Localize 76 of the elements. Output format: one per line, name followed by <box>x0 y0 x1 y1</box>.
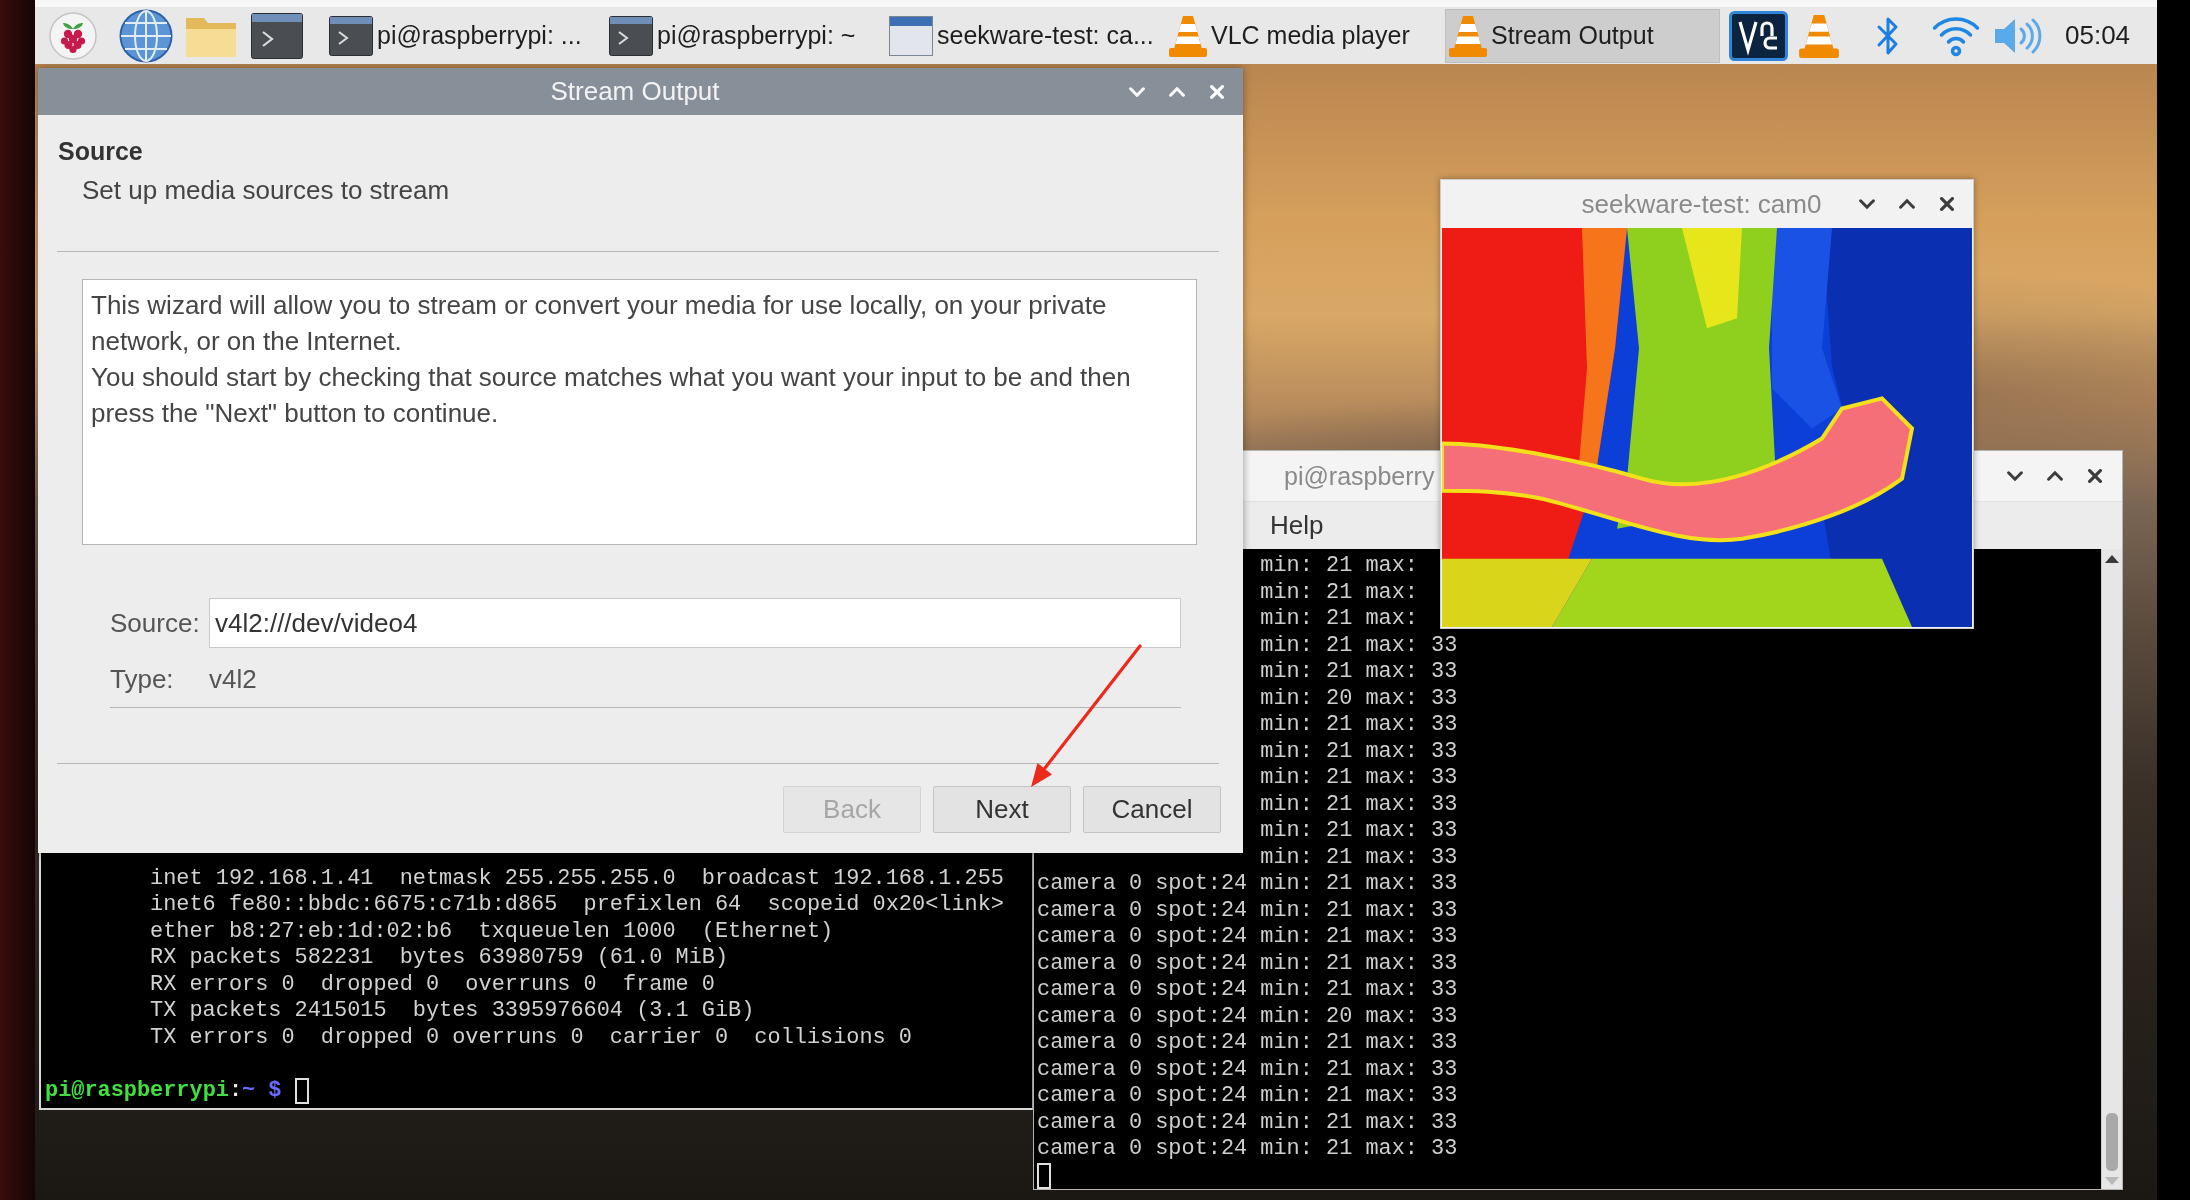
wizard-button[interactable]: Cancel <box>1083 786 1221 833</box>
chevron-up-icon <box>1169 86 1185 97</box>
terminal-line: min: 21 max: <box>1260 606 1418 633</box>
chevron-up-icon <box>2047 471 2063 481</box>
terminal-icon <box>329 15 373 56</box>
field-label: Type: <box>110 663 174 695</box>
terminal-line: ether b8:27:eb:1d:02:b6 txqueuelen 1000 (Ethernet) <box>150 918 834 945</box>
terminal-line: TX packets 2415015 bytes 3395976604 (3.1 GiB) <box>150 998 755 1025</box>
wifi-icon[interactable] <box>1932 14 1980 57</box>
terminal-line: min: 20 max: 33 <box>1260 685 1458 712</box>
window-title: Stream Output <box>550 76 720 107</box>
window-icon <box>889 15 933 56</box>
terminal-line: inet6 fe80::bbdc:6675:c71b:d865 prefixlen 64 scopeid 0x20<link> <box>150 892 1004 919</box>
terminal-line: min: 21 max: 33 <box>1260 738 1458 765</box>
terminal-line: RX packets 582231 bytes 63980759 (61.0 MiB) <box>150 945 729 972</box>
taskbar-button[interactable]: VLC media player <box>1165 8 1440 63</box>
terminal-line: min: 21 max: 33 <box>1260 791 1458 818</box>
terminal-line: min: 21 max: <box>1260 579 1418 606</box>
chevron-up-icon <box>1899 199 1915 209</box>
terminal-line: RX errors 0 dropped 0 overruns 0 frame 0 <box>150 971 715 998</box>
close-icon <box>1940 197 1954 211</box>
terminal-line: camera 0 spot:24 min: 21 max: 33 <box>1037 871 1458 898</box>
taskbar-button[interactable]: pi@raspberrypi: ~ <box>605 8 880 63</box>
chevron-down-icon <box>1129 86 1145 97</box>
traffic-cone-icon <box>1169 14 1207 57</box>
description-text: This wizard will allow you to stream or convert your media for use locally, on your private network, or on the Internet. <box>91 289 1108 358</box>
scroll-up-icon[interactable] <box>2105 555 2119 563</box>
remote-desktop-icon[interactable] <box>1729 10 1788 61</box>
window-title: pi@raspberry <box>1284 461 1435 491</box>
terminal-line: camera 0 spot:24 min: 21 max: 33 <box>1037 1109 1458 1136</box>
taskbar-button[interactable]: seekware-test: ca... <box>885 8 1160 63</box>
taskbar-button[interactable]: Stream Output <box>1445 8 1720 63</box>
close-icon <box>1210 84 1224 99</box>
terminal-line: camera 0 spot:24 min: 21 max: 33 <box>1037 924 1458 951</box>
terminal-line: min: 21 max: 33 <box>1260 632 1458 659</box>
terminal-line: min: 21 max: 33 <box>1260 765 1458 792</box>
terminal-line: min: 21 max: 33 <box>1260 818 1458 845</box>
section-subtitle: Set up media sources to stream <box>82 174 450 206</box>
traffic-cone-icon <box>1449 14 1487 57</box>
window-title: seekware-test: cam0 <box>1581 188 1822 220</box>
menu-item[interactable]: Help <box>1270 510 1324 541</box>
section-heading: Source <box>58 136 143 166</box>
clock: 05:04 <box>2065 20 2131 51</box>
chevron-down-icon <box>1859 199 1875 209</box>
terminal-line: camera 0 spot:24 min: 21 max: 33 <box>1037 977 1458 1004</box>
terminal-line: camera 0 spot:24 min: 20 max: 33 <box>1037 1003 1458 1030</box>
terminal-line: min: 21 max: <box>1260 553 1418 580</box>
terminal-line: inet 192.168.1.41 netmask 255.255.255.0 broadcast 192.168.1.255 <box>150 865 1004 892</box>
field-value: v4l2 <box>209 663 257 695</box>
terminal-line: TX errors 0 dropped 0 overruns 0 carrier 0 collisions 0 <box>150 1024 912 1051</box>
terminal-line: min: 21 max: 33 <box>1260 659 1458 686</box>
terminal-icon[interactable] <box>251 12 303 59</box>
cursor-icon <box>1037 1162 1051 1189</box>
taskbar-button[interactable]: pi@raspberrypi: ... <box>325 8 600 63</box>
globe-icon[interactable] <box>119 8 173 63</box>
terminal-line: camera 0 spot:24 min: 21 max: 33 <box>1037 1030 1458 1057</box>
terminal-line: camera 0 spot:24 min: 21 max: 33 <box>1037 950 1458 977</box>
wizard-button[interactable]: Next <box>933 786 1071 833</box>
text-input[interactable]: v4l2:///dev/video4 <box>209 598 1181 648</box>
terminal-line: min: 21 max: 33 <box>1260 844 1458 871</box>
scrollbar-thumb[interactable] <box>2106 1113 2118 1171</box>
field-label: Source: <box>110 607 200 639</box>
cursor-icon <box>294 1077 309 1104</box>
terminal-line: camera 0 spot:24 min: 21 max: 33 <box>1037 897 1458 924</box>
chevron-down-icon <box>2007 471 2023 481</box>
terminal-prompt: pi@raspberrypi:~ $ <box>45 1077 282 1104</box>
close-icon <box>2088 469 2102 483</box>
raspberry-icon[interactable] <box>49 11 97 60</box>
terminal-icon <box>609 15 653 56</box>
terminal-line: camera 0 spot:24 min: 21 max: 33 <box>1037 1136 1458 1163</box>
scrollbar[interactable] <box>2101 549 2122 1189</box>
terminal-line: camera 0 spot:24 min: 21 max: 33 <box>1037 1083 1458 1110</box>
terminal-line: camera 0 spot:24 min: 21 max: 33 <box>1037 1056 1458 1083</box>
terminal-line: min: 21 max: 33 <box>1260 712 1458 739</box>
description-text: You should start by checking that source matches what you want your input to be and then press the "Next" button to continue. <box>91 361 1132 430</box>
wizard-button: Back <box>783 786 921 833</box>
